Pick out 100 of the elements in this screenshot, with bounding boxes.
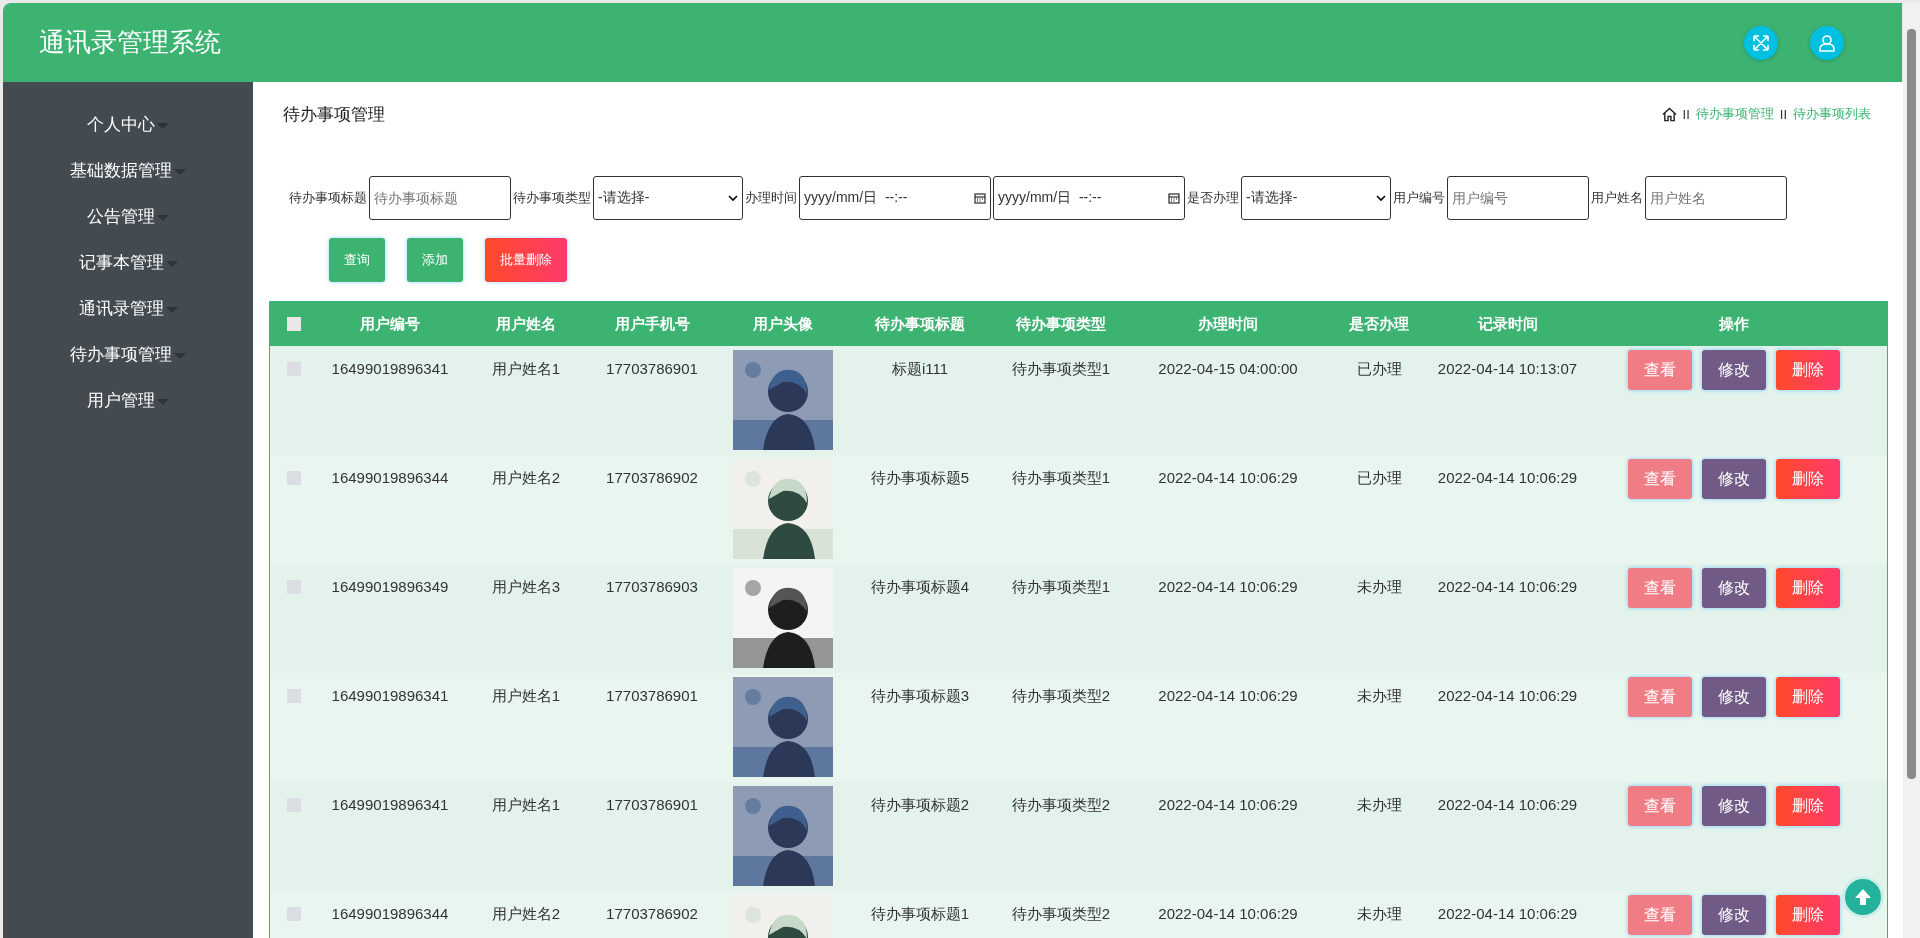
row-action-button[interactable]: 修改 [1702, 350, 1766, 390]
table-cell: 用户姓名3 [491, 578, 561, 595]
filter-label: 用户姓名 [1591, 189, 1643, 207]
caret-icon [157, 398, 169, 405]
filter-label: 待办事项类型 [513, 189, 591, 207]
home-icon[interactable] [1661, 106, 1677, 122]
column-header: 办理时间 [1198, 314, 1258, 332]
table-cell: 待办事项类型1 [1011, 469, 1111, 486]
menu-item[interactable]: 基础数据管理 [3, 148, 253, 194]
table-cell: 2022-04-14 10:06:29 [1158, 578, 1298, 595]
row-checkbox[interactable] [286, 689, 301, 703]
table-cell: 待办事项标题3 [870, 687, 970, 704]
column-header: 待办事项标题 [875, 314, 965, 332]
select-all-checkbox[interactable] [286, 317, 301, 331]
caret-icon [157, 214, 169, 221]
table-cell: 17703786901 [606, 687, 698, 704]
row-action-button[interactable]: 删除 [1776, 350, 1840, 390]
table-cell: 17703786903 [606, 578, 698, 595]
table-cell: 用户姓名2 [491, 905, 561, 922]
column-header: 用户头像 [752, 314, 813, 332]
fullscreen-button[interactable] [1744, 25, 1778, 60]
column-header: 用户手机号 [614, 314, 690, 332]
menu-item[interactable]: 公告管理 [3, 194, 253, 240]
table-cell: 未办理 [1356, 687, 1402, 704]
chevron-down-icon [728, 193, 738, 203]
table-cell: 待办事项类型2 [1011, 905, 1111, 922]
table-cell: 用户姓名1 [491, 796, 561, 813]
filter-label: 用户编号 [1393, 189, 1445, 207]
table-cell: 17703786901 [606, 360, 698, 377]
table-cell: 2022-04-15 04:00:00 [1158, 360, 1298, 377]
table-cell: 17703786902 [606, 469, 698, 486]
input-field[interactable]: 用户姓名 [1645, 176, 1787, 220]
table-cell: 待办事项标题4 [870, 578, 970, 595]
row-action-button[interactable]: 修改 [1702, 459, 1766, 499]
select-field[interactable]: -请选择- [593, 176, 743, 220]
table-cell: 已办理 [1356, 360, 1402, 377]
caret-icon [165, 260, 178, 267]
table-cell: 2022-04-14 10:06:29 [1437, 687, 1578, 704]
table-cell: 标题i111 [891, 360, 949, 377]
scrollbar[interactable] [1903, 3, 1920, 938]
input-field[interactable]: 待办事项标题 [369, 176, 511, 220]
filter-label: 办理时间 [745, 189, 797, 207]
table-cell: 待办事项类型2 [1011, 687, 1111, 704]
page-title: 待办事项管理 [283, 103, 385, 126]
menu-item[interactable]: 个人中心 [3, 102, 253, 148]
table-cell: 2022-04-14 10:06:29 [1437, 469, 1578, 486]
caret-icon [165, 306, 178, 313]
row-action-button[interactable]: 删除 [1776, 895, 1840, 935]
caret-icon [174, 352, 186, 359]
user-icon [1818, 33, 1836, 52]
calendar-icon [974, 192, 986, 204]
table-cell: 16499019896341 [331, 687, 449, 704]
filter-label: 待办事项标题 [289, 189, 367, 207]
expand-icon [1752, 33, 1770, 52]
table-cell: 待办事项标题5 [870, 469, 970, 486]
row-checkbox[interactable] [286, 907, 301, 921]
column-header: 操作 [1719, 314, 1749, 332]
user-button[interactable] [1810, 25, 1844, 60]
table-cell: 已办理 [1356, 469, 1402, 486]
menu-item[interactable]: 待办事项管理 [3, 332, 253, 378]
app-title: 通讯录管理系统 [39, 26, 221, 59]
datetime-field[interactable]: yyyy/mm/日 --:-- [799, 176, 991, 220]
table-cell: 2022-04-14 10:06:29 [1158, 687, 1298, 704]
table-cell: 待办事项标题2 [870, 796, 970, 813]
table-cell: 2022-04-14 10:06:29 [1437, 905, 1578, 922]
column-header: 用户编号 [360, 314, 420, 332]
table-cell: 用户姓名1 [491, 360, 561, 377]
column-header: 是否办理 [1349, 314, 1409, 332]
breadcrumb-separator: II [1682, 106, 1690, 122]
row-action-button[interactable]: 删除 [1776, 677, 1840, 717]
row-action-button[interactable]: 修改 [1702, 786, 1766, 826]
input-field[interactable]: 用户编号 [1447, 176, 1589, 220]
table-cell: 16499019896341 [331, 360, 449, 377]
caret-icon [174, 168, 186, 175]
table-cell: 待办事项类型1 [1011, 360, 1111, 377]
row-action-button[interactable]: 删除 [1776, 568, 1840, 608]
table-cell: 16499019896344 [331, 905, 449, 922]
row-checkbox[interactable] [286, 471, 301, 485]
row-action-button[interactable]: 删除 [1776, 459, 1840, 499]
table-cell: 未办理 [1356, 796, 1402, 813]
datetime-field[interactable]: yyyy/mm/日 --:-- [993, 176, 1185, 220]
select-field[interactable]: -请选择- [1241, 176, 1391, 220]
table-cell: 未办理 [1356, 578, 1402, 595]
table-cell: 用户姓名1 [491, 687, 561, 704]
table-cell: 16499019896344 [331, 469, 449, 486]
row-action-button[interactable]: 修改 [1702, 568, 1766, 608]
row-action-button[interactable]: 修改 [1702, 895, 1766, 935]
table-cell: 2022-04-14 10:06:29 [1158, 469, 1298, 486]
table-cell: 2022-04-14 10:06:29 [1437, 578, 1578, 595]
menu-item[interactable]: 记事本管理 [3, 240, 253, 286]
action-button[interactable]: 批量删除 [485, 238, 567, 282]
menu-item[interactable]: 用户管理 [3, 378, 253, 424]
table-cell: 待办事项标题1 [870, 905, 970, 922]
table-cell: 17703786901 [606, 796, 698, 813]
table-cell: 2022-04-14 10:06:29 [1437, 796, 1578, 813]
row-action-button[interactable]: 修改 [1702, 677, 1766, 717]
table-cell: 2022-04-14 10:06:29 [1158, 796, 1298, 813]
menu-item[interactable]: 通讯录管理 [3, 286, 253, 332]
column-header: 待办事项类型 [1016, 314, 1106, 332]
row-action-button[interactable]: 删除 [1776, 786, 1840, 826]
